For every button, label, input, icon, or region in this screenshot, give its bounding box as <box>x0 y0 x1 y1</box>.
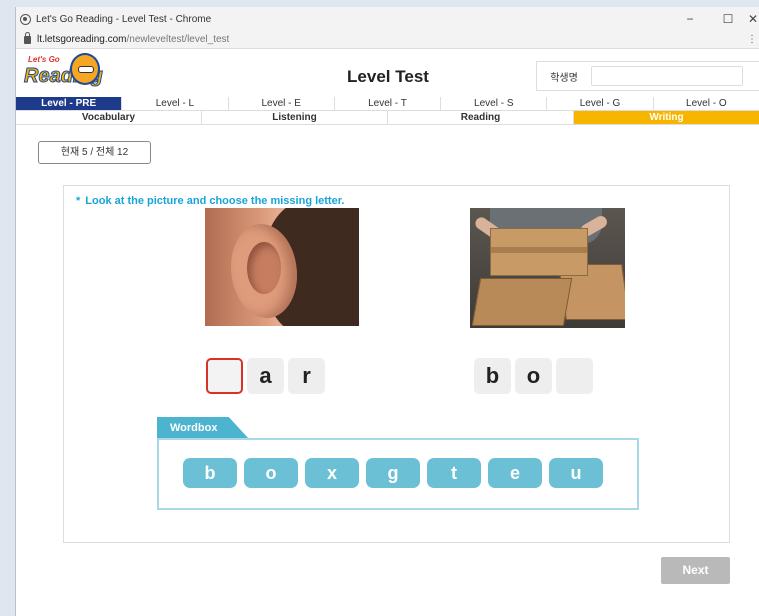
letter-button[interactable]: o <box>244 458 298 488</box>
instruction-star: * <box>76 195 81 207</box>
letter-tile: b <box>474 358 511 394</box>
section-tab[interactable]: Writing <box>574 111 759 125</box>
level-tab[interactable]: Level - T <box>334 97 442 111</box>
chrome-icon <box>20 13 31 25</box>
word-ear: ar <box>206 358 325 394</box>
level-tab[interactable]: Level - O <box>653 97 759 111</box>
logo-small-text: Let's Go <box>28 55 60 64</box>
letter-tile: r <box>288 358 325 394</box>
question-panel: * Look at the picture and choose the miss… <box>63 185 730 543</box>
next-button[interactable]: Next <box>661 557 730 584</box>
level-tab[interactable]: Level - E <box>228 97 335 111</box>
student-name-label: 학생명 <box>550 72 578 84</box>
progress-indicator: 현재 5 / 전체 12 <box>38 141 151 164</box>
level-tab[interactable]: Level - G <box>547 97 654 111</box>
page-content: Let's Go Reading Level Test 학생명 Level - … <box>16 49 759 616</box>
cardboard-box-shape <box>471 278 573 326</box>
letter-button[interactable]: e <box>488 458 542 488</box>
ear-inner-shape <box>247 242 281 294</box>
section-tab[interactable]: Vocabulary <box>16 111 202 125</box>
minimize-button[interactable]: − <box>671 12 709 26</box>
student-name-box: 학생명 <box>536 61 759 91</box>
browser-window: Let's Go Reading - Level Test - Chrome −… <box>15 7 759 616</box>
student-name-field[interactable] <box>591 66 743 86</box>
more-menu-icon[interactable]: ⋮ <box>747 34 757 45</box>
instruction-label: Look at the picture and choose the missi… <box>85 195 345 207</box>
section-tab[interactable]: Reading <box>388 111 574 125</box>
box-picture <box>470 208 625 328</box>
wordbox: boxgteu <box>157 438 639 510</box>
letter-buttons: boxgteu <box>183 458 603 488</box>
letter-button[interactable]: b <box>183 458 237 488</box>
cardboard-box-shape <box>490 228 588 276</box>
blank-letter-slot[interactable] <box>206 358 243 394</box>
address-bar[interactable]: lt.letsgoreading.com /newleveltest/level… <box>16 31 759 49</box>
letter-tile: o <box>515 358 552 394</box>
letter-button[interactable]: x <box>305 458 359 488</box>
page-header: Let's Go Reading Level Test 학생명 <box>16 49 759 96</box>
letter-tile: a <box>247 358 284 394</box>
window-title: Let's Go Reading - Level Test - Chrome <box>36 13 212 25</box>
letter-button[interactable]: u <box>549 458 603 488</box>
blank-letter-slot[interactable] <box>556 358 593 394</box>
title-bar: Let's Go Reading - Level Test - Chrome −… <box>16 7 759 31</box>
letter-button[interactable]: g <box>366 458 420 488</box>
ear-picture <box>205 208 359 326</box>
lock-icon <box>24 31 31 44</box>
letter-button[interactable]: t <box>427 458 481 488</box>
level-tabs: Level - PRE Level - L Level - E Level - T Le… <box>16 97 759 111</box>
wordbox-tab: Wordbox <box>157 417 249 439</box>
close-button[interactable]: ✕ <box>747 12 759 26</box>
section-tab[interactable]: Listening <box>202 111 388 125</box>
maximize-button[interactable]: ☐ <box>709 12 747 26</box>
url-domain: lt.letsgoreading.com <box>37 34 127 45</box>
level-tab[interactable]: Level - PRE <box>16 97 123 111</box>
url-path: /newleveltest/level_test <box>126 34 230 45</box>
level-tab[interactable]: Level - S <box>441 97 548 111</box>
section-tabs: Vocabulary Listening Reading Writing <box>16 111 759 125</box>
level-tab[interactable]: Level - L <box>122 97 229 111</box>
instruction-text: * Look at the picture and choose the miss… <box>76 195 344 207</box>
word-box: bo <box>474 358 593 394</box>
